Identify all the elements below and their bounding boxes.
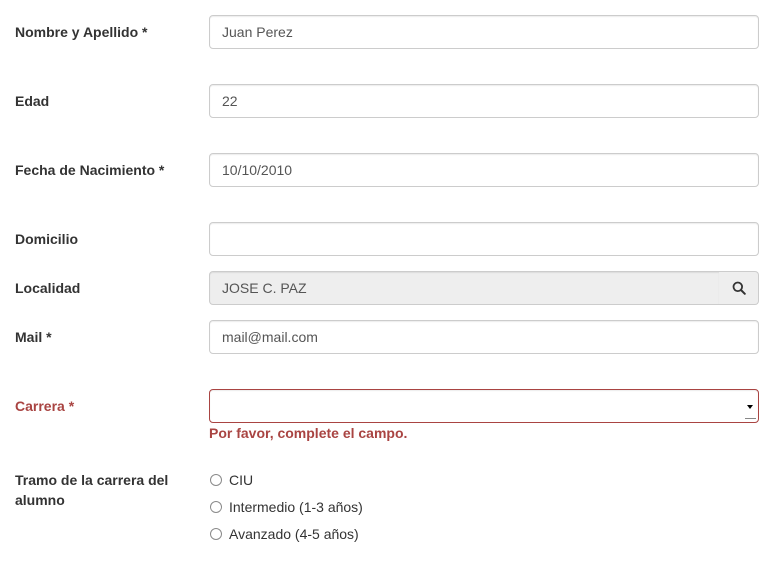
- radio-option-label: Intermedio (1-3 años): [229, 499, 363, 515]
- mail-input[interactable]: [209, 320, 759, 354]
- search-icon: [732, 281, 746, 295]
- radio-circle-icon[interactable]: [210, 474, 222, 486]
- radio-option-intermedio[interactable]: Intermedio (1-3 años): [209, 497, 363, 517]
- fecha-nacimiento-label: Fecha de Nacimiento *: [15, 162, 165, 178]
- carrera-select[interactable]: [209, 389, 759, 423]
- fecha-nacimiento-input[interactable]: [209, 153, 759, 187]
- domicilio-label: Domicilio: [15, 231, 79, 247]
- carrera-label: Carrera *: [15, 398, 75, 414]
- nombre-input[interactable]: [209, 15, 759, 49]
- chevron-down-icon: [747, 405, 753, 409]
- tramo-label-line2: alumno: [15, 492, 65, 508]
- mail-label: Mail *: [15, 329, 52, 345]
- localidad-input[interactable]: [209, 271, 720, 305]
- domicilio-input[interactable]: [209, 222, 759, 256]
- tramo-label-line1: Tramo de la carrera del: [15, 472, 169, 488]
- edad-input[interactable]: [209, 84, 759, 118]
- carrera-error-message: Por favor, complete el campo.: [209, 425, 408, 441]
- edad-label: Edad: [15, 93, 50, 109]
- resize-grip-icon: [745, 418, 756, 421]
- radio-option-label: Avanzado (4-5 años): [229, 526, 359, 542]
- student-form: Nombre y Apellido * Edad Fecha de Nacimi…: [0, 0, 774, 574]
- radio-circle-icon[interactable]: [210, 501, 222, 513]
- radio-option-ciu[interactable]: CIU: [209, 470, 253, 490]
- radio-option-avanzado[interactable]: Avanzado (4-5 años): [209, 524, 359, 544]
- tramo-label: Tramo de la carrera del alumno: [15, 470, 168, 510]
- radio-option-label: CIU: [229, 472, 254, 488]
- radio-circle-icon[interactable]: [210, 528, 222, 540]
- nombre-label: Nombre y Apellido *: [15, 24, 148, 40]
- localidad-label: Localidad: [15, 280, 81, 296]
- localidad-search-button[interactable]: [719, 271, 759, 305]
